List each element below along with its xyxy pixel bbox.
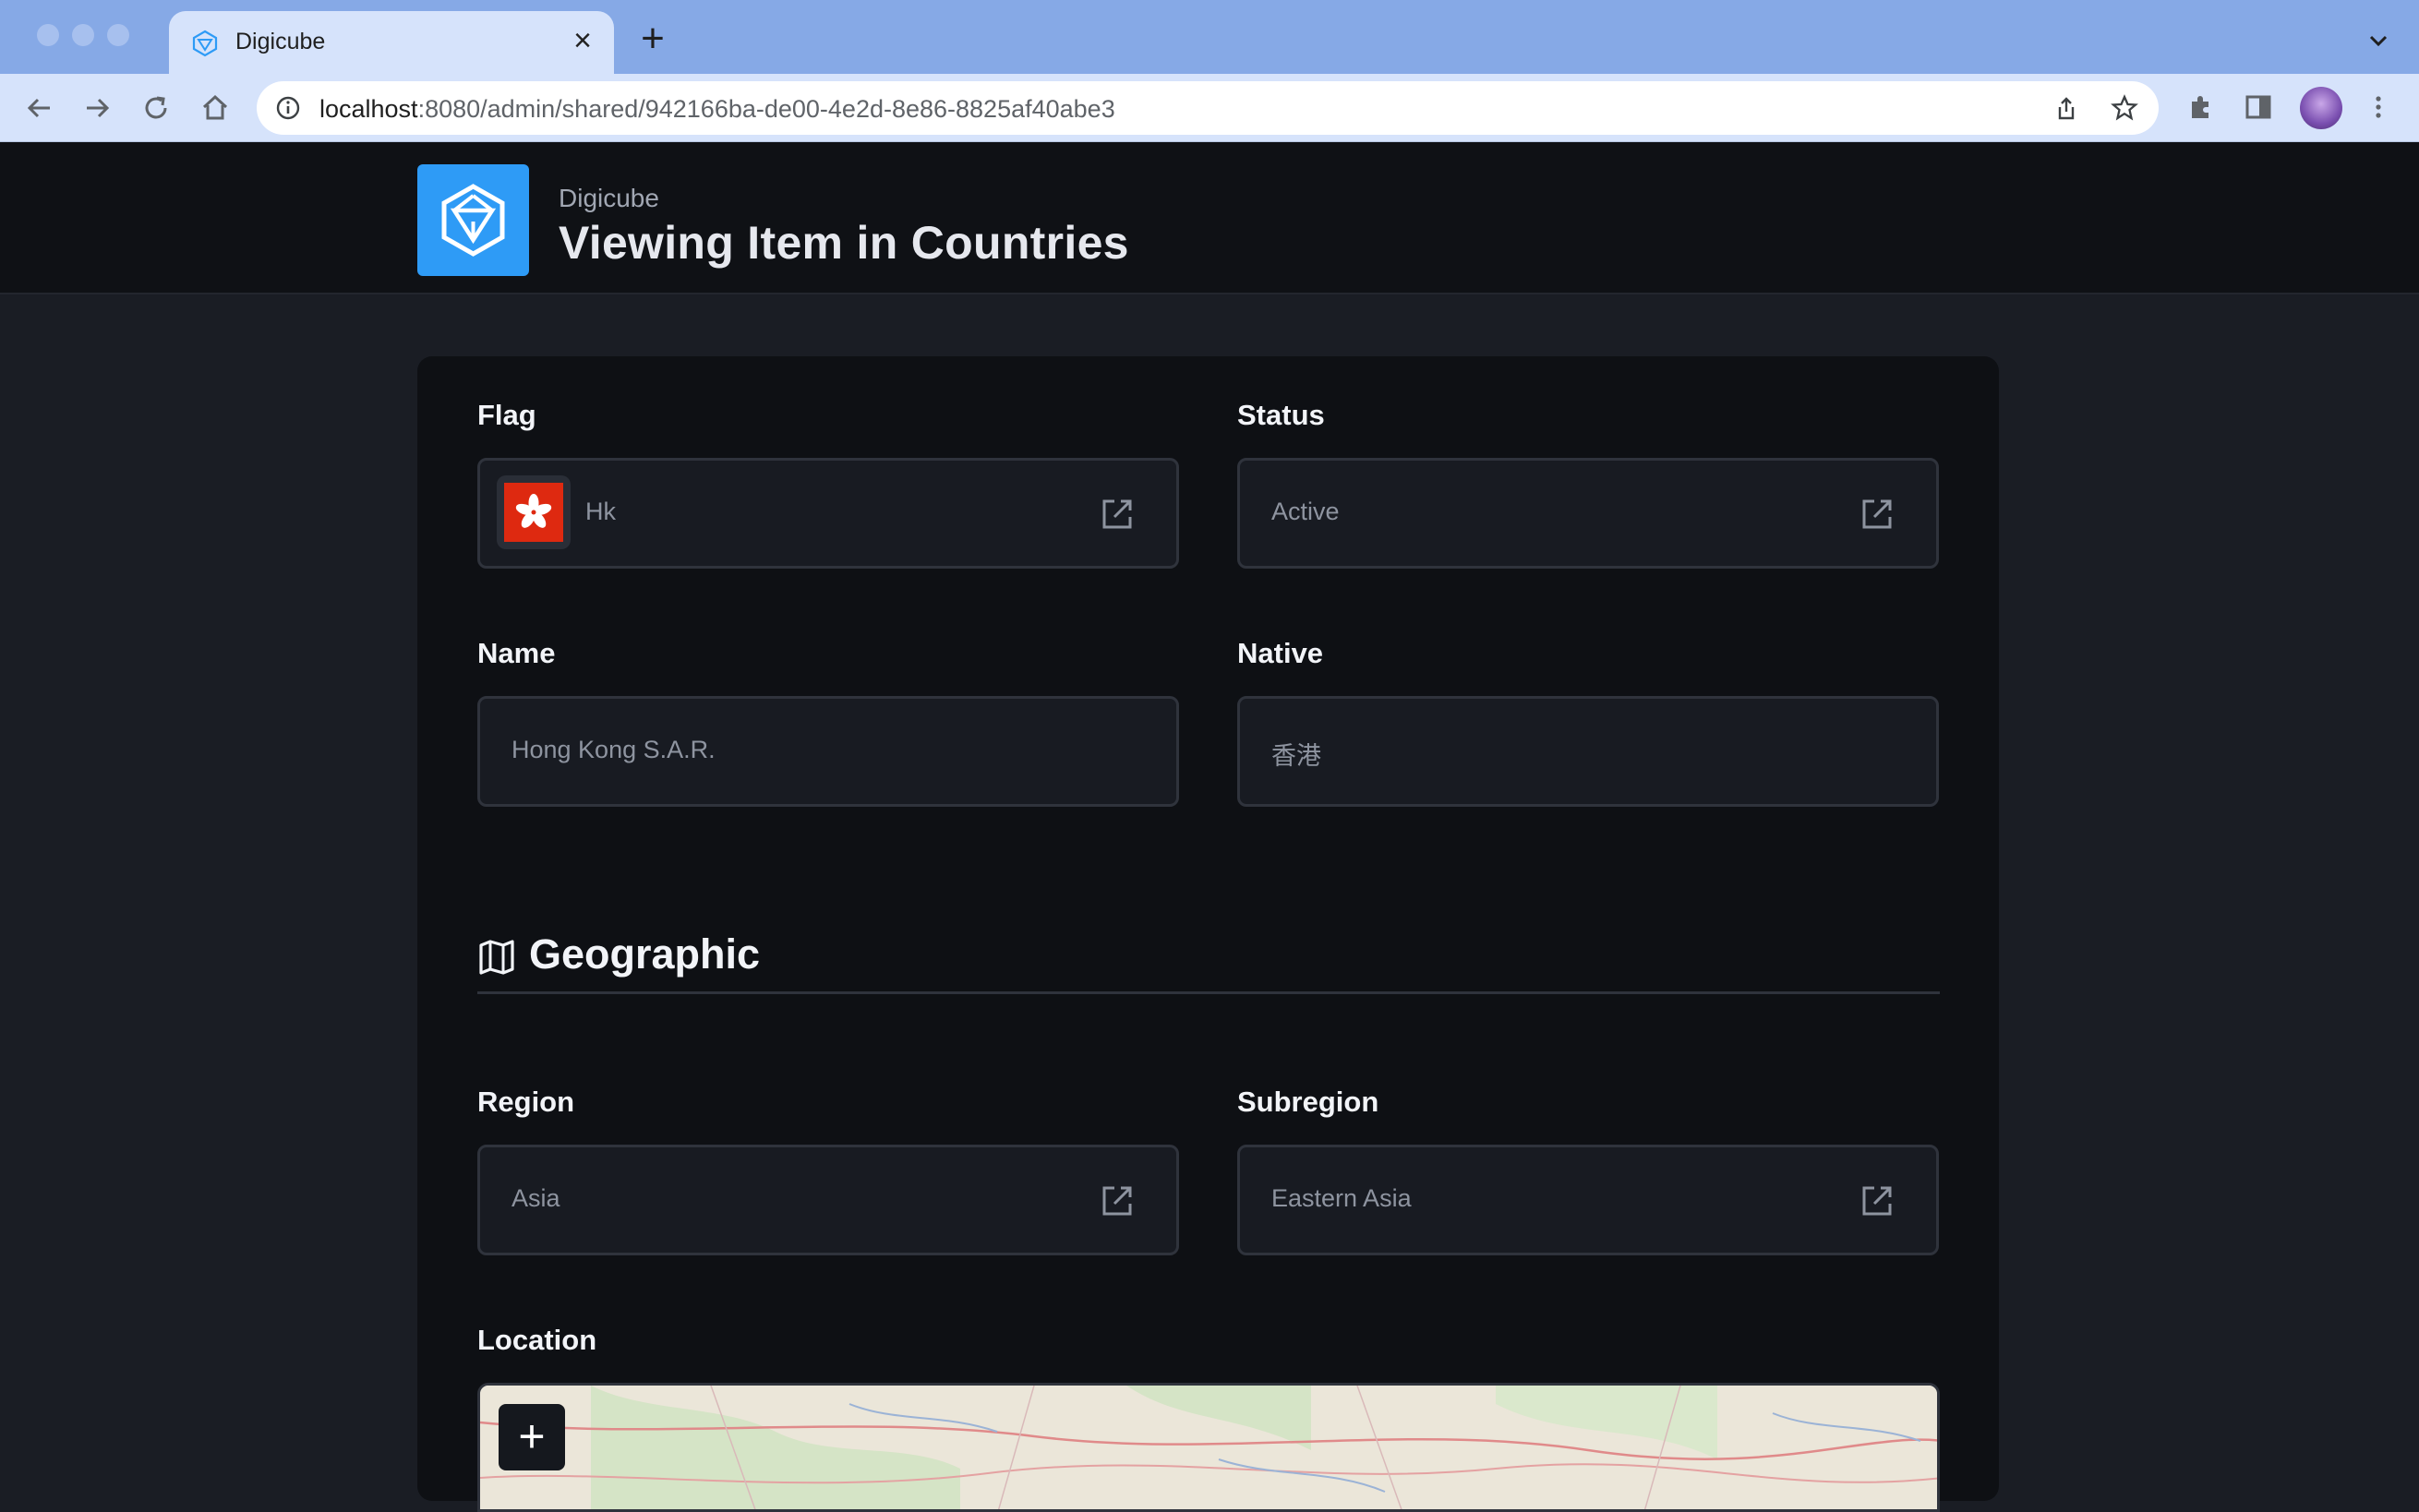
digicube-logo[interactable]	[417, 164, 529, 276]
reload-icon[interactable]	[137, 89, 175, 127]
digicube-favicon-icon	[192, 30, 218, 57]
map-tiles	[480, 1386, 1937, 1509]
region-field[interactable]: Asia	[477, 1145, 1179, 1255]
geographic-section-title: Geographic	[529, 930, 761, 978]
profile-avatar[interactable]	[2300, 87, 2342, 129]
native-value: 香港	[1271, 742, 1321, 770]
address-bar[interactable]: localhost:8080/admin/shared/942166ba-de0…	[257, 81, 2159, 135]
native-label: Native	[1237, 637, 1324, 669]
region-value: Asia	[511, 1184, 560, 1212]
site-info-icon[interactable]	[275, 95, 301, 121]
page-title: Viewing Item in Countries	[559, 217, 1129, 269]
status-open-external-icon[interactable]	[1859, 496, 1895, 533]
tab-search-chevron-icon[interactable]	[2362, 24, 2395, 57]
subregion-label: Subregion	[1237, 1086, 1379, 1118]
region-open-external-icon[interactable]	[1099, 1182, 1136, 1219]
browser-tab-bar: Digicube × +	[0, 0, 2419, 74]
tab-close-icon[interactable]: ×	[566, 24, 599, 57]
name-field[interactable]: Hong Kong S.A.R.	[477, 696, 1179, 807]
share-icon[interactable]	[2052, 94, 2080, 122]
region-label: Region	[477, 1086, 575, 1118]
new-tab-button[interactable]: +	[633, 18, 672, 59]
forward-arrow-icon[interactable]	[78, 89, 116, 127]
status-label: Status	[1237, 399, 1325, 431]
back-arrow-icon[interactable]	[20, 89, 59, 127]
name-value: Hong Kong S.A.R.	[511, 736, 716, 763]
subregion-open-external-icon[interactable]	[1859, 1182, 1895, 1219]
page-header: Digicube Viewing Item in Countries	[0, 142, 2419, 294]
page: Digicube Viewing Item in Countries Flag	[0, 142, 2419, 1512]
item-detail-card: Flag Hk Status Active Name Hong Kong S.A…	[417, 356, 1999, 1512]
extensions-puzzle-icon[interactable]	[2184, 90, 2218, 124]
status-value: Active	[1271, 498, 1340, 525]
subregion-field[interactable]: Eastern Asia	[1237, 1145, 1939, 1255]
window-zoom-dot[interactable]	[107, 24, 129, 46]
hong-kong-flag-icon	[504, 483, 563, 542]
flag-open-external-icon[interactable]	[1099, 496, 1136, 533]
browser-toolbar: localhost:8080/admin/shared/942166ba-de0…	[0, 74, 2419, 142]
side-panel-icon[interactable]	[2242, 90, 2275, 124]
window-close-dot[interactable]	[37, 24, 59, 46]
bookmark-star-icon[interactable]	[2111, 94, 2138, 122]
location-label: Location	[477, 1324, 597, 1356]
project-name: Digicube	[559, 184, 659, 212]
url-text: localhost:8080/admin/shared/942166ba-de0…	[319, 95, 1115, 123]
flag-thumbnail	[497, 475, 571, 549]
flag-field[interactable]: Hk	[477, 458, 1179, 569]
browser-tab[interactable]: Digicube ×	[169, 11, 614, 74]
location-map[interactable]: +	[477, 1383, 1940, 1512]
tab-title: Digicube	[235, 29, 326, 54]
subregion-value: Eastern Asia	[1271, 1184, 1412, 1212]
name-label: Name	[477, 637, 556, 669]
browser-menu-kebab-icon[interactable]	[2362, 90, 2395, 124]
map-icon	[479, 940, 514, 975]
native-field[interactable]: 香港	[1237, 696, 1939, 807]
status-field[interactable]: Active	[1237, 458, 1939, 569]
map-zoom-in-button[interactable]: +	[499, 1404, 565, 1470]
flag-label: Flag	[477, 399, 536, 431]
window-minimize-dot[interactable]	[72, 24, 94, 46]
flag-value: Hk	[585, 498, 616, 525]
digicube-logo-icon	[441, 184, 505, 257]
section-divider	[477, 991, 1940, 994]
home-icon[interactable]	[196, 89, 235, 127]
